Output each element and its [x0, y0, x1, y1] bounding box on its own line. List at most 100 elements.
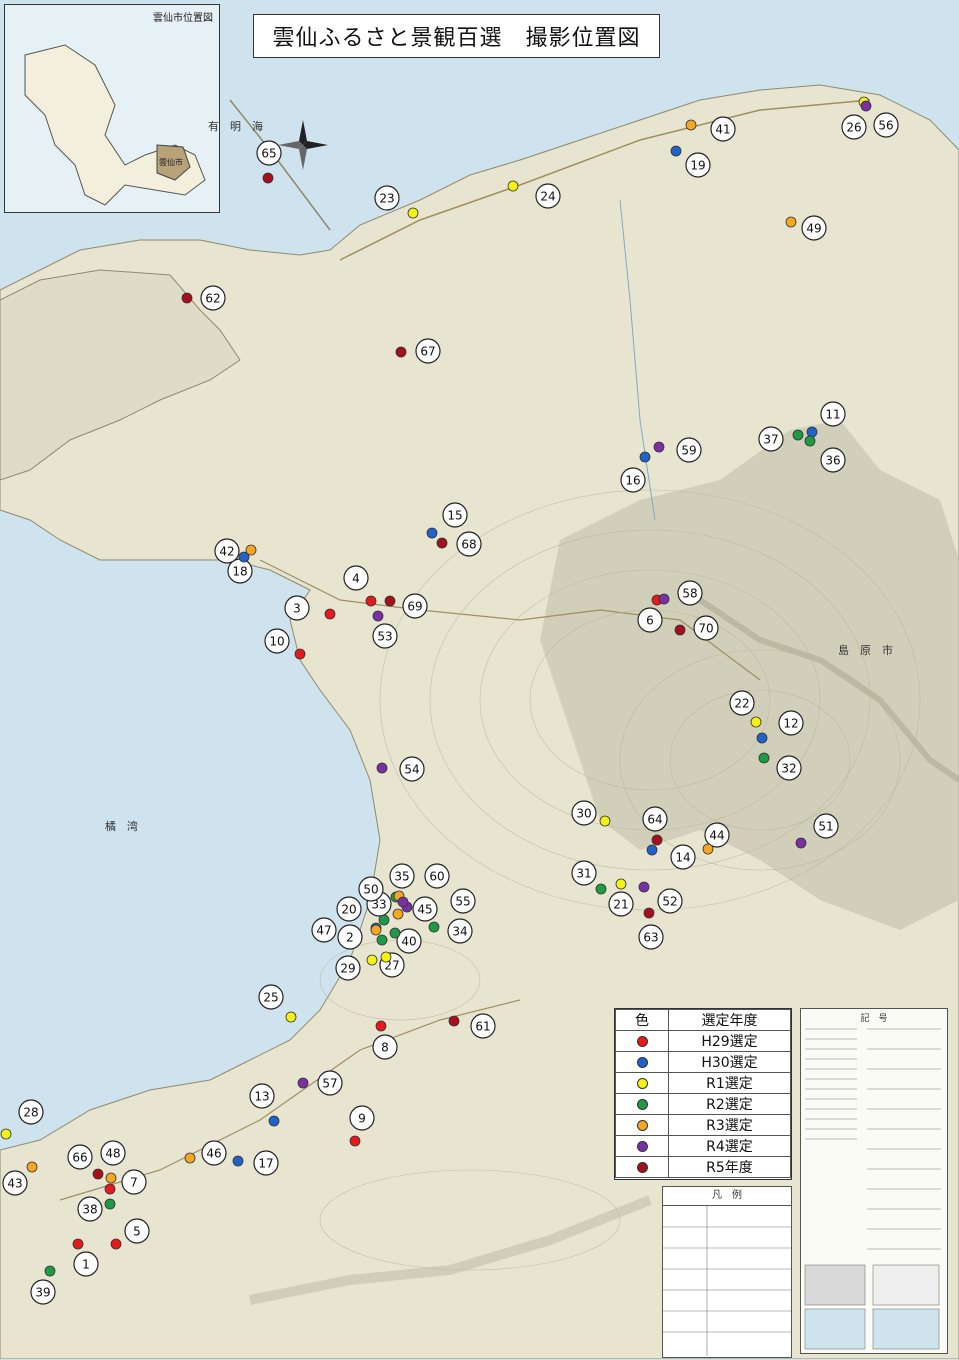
marker-number: 7 — [130, 1176, 138, 1190]
marker-number: 43 — [7, 1177, 22, 1191]
marker-number: 6 — [646, 614, 654, 628]
marker-number: 32 — [781, 762, 796, 776]
marker-dot — [643, 907, 655, 919]
marker-number: 68 — [461, 538, 476, 552]
marker-number: 50 — [363, 883, 378, 897]
marker-number: 67 — [420, 345, 435, 359]
legend-color-dot — [636, 1077, 648, 1089]
marker-number: 38 — [82, 1203, 97, 1217]
marker-dot — [181, 292, 193, 304]
marker-number: 61 — [475, 1020, 490, 1034]
marker-number: 46 — [206, 1147, 221, 1161]
marker-dot — [615, 878, 627, 890]
map-title: 雲仙ふるさと景観百選 撮影位置図 — [253, 14, 660, 58]
marker-dot — [507, 180, 519, 192]
marker-number: 62 — [205, 292, 220, 306]
marker-dot — [392, 908, 404, 920]
marker-dot — [750, 716, 762, 728]
marker-number: 9 — [358, 1112, 366, 1126]
marker-dot — [110, 1238, 122, 1250]
marker-dot — [595, 883, 607, 895]
marker-number: 42 — [219, 545, 234, 559]
marker-number: 26 — [846, 121, 861, 135]
legend-label: R4選定 — [668, 1135, 791, 1157]
marker-dot — [349, 1135, 361, 1147]
marker-number: 48 — [105, 1147, 120, 1161]
compass-rose — [278, 120, 328, 170]
legend-label: R3選定 — [668, 1114, 791, 1136]
legend-label: R5年度 — [668, 1156, 791, 1178]
marker-dot — [232, 1155, 244, 1167]
legend-row: H29選定 — [615, 1030, 791, 1052]
marker-number: 19 — [690, 159, 705, 173]
marker-dot — [184, 1152, 196, 1164]
marker-number: 54 — [404, 763, 419, 777]
location-inset-map: 雲仙市 雲仙市位置図 — [4, 4, 220, 213]
marker-number: 57 — [322, 1077, 337, 1091]
marker-number: 24 — [540, 190, 555, 204]
marker-dot — [806, 426, 818, 438]
marker-number: 63 — [643, 931, 658, 945]
tachibana-bay-label: 橘 湾 — [105, 820, 138, 833]
legend-color-dot — [636, 1035, 648, 1047]
marker-dot — [297, 1077, 309, 1089]
legend-color-dot — [636, 1056, 648, 1068]
marker-dot — [376, 762, 388, 774]
marker-dot — [389, 927, 401, 939]
marker-dot — [395, 346, 407, 358]
marker-dot — [104, 1198, 116, 1210]
marker-number: 40 — [401, 935, 416, 949]
marker-number: 53 — [377, 630, 392, 644]
marker-number: 70 — [698, 622, 713, 636]
marker-number: 18 — [232, 565, 247, 579]
marker-dot — [674, 624, 686, 636]
marker-number: 44 — [709, 829, 724, 843]
marker-number: 69 — [407, 600, 422, 614]
legend-label: R1選定 — [668, 1072, 791, 1094]
marker-number: 41 — [715, 123, 730, 137]
marker-number: 49 — [806, 222, 821, 236]
marker-dot — [378, 914, 390, 926]
legend-row: R3選定 — [615, 1114, 791, 1136]
marker-dot — [436, 537, 448, 549]
marker-dot — [376, 934, 388, 946]
marker-dot — [105, 1172, 117, 1184]
marker-number: 1 — [82, 1258, 90, 1272]
marker-number: 59 — [681, 444, 696, 458]
marker-number: 65 — [261, 147, 276, 161]
marker-dot — [639, 451, 651, 463]
marker-dot — [26, 1161, 38, 1173]
legend-row: H30選定 — [615, 1051, 791, 1073]
marker-number: 31 — [576, 867, 591, 881]
marker-dot — [651, 834, 663, 846]
marker-number: 17 — [258, 1157, 273, 1171]
marker-dot — [785, 216, 797, 228]
marker-number: 58 — [682, 587, 697, 601]
marker-number: 64 — [647, 813, 662, 827]
marker-number: 55 — [455, 895, 470, 909]
ariake-sea-label: 有 明 海 — [208, 120, 263, 133]
legend-label: H30選定 — [668, 1051, 791, 1073]
marker-number: 22 — [734, 697, 749, 711]
marker-dot — [428, 921, 440, 933]
marker-number: 23 — [379, 192, 394, 206]
legend-row: R2選定 — [615, 1093, 791, 1115]
notes-box: 凡 例 — [662, 1186, 792, 1358]
marker-dot — [702, 843, 714, 855]
legend-label: H29選定 — [668, 1030, 791, 1052]
marker-number: 36 — [825, 454, 840, 468]
marker-number: 45 — [417, 903, 432, 917]
marker-dot — [426, 527, 438, 539]
marker-dot — [104, 1183, 116, 1195]
legend-color-dot — [636, 1098, 648, 1110]
marker-number: 20 — [341, 903, 356, 917]
marker-27[interactable]: 27 — [379, 951, 405, 978]
legend: 色 選定年度 H29選定 H30選定 R1選定 R2選定 R3選定 R4選定 R5年度 — [614, 1008, 792, 1180]
marker-dot — [685, 119, 697, 131]
marker-dot — [756, 732, 768, 744]
marker-dot — [397, 896, 409, 908]
marker-dot — [407, 207, 419, 219]
marker-number: 35 — [394, 870, 409, 884]
inset-title: 雲仙市位置図 — [153, 13, 213, 24]
marker-number: 28 — [23, 1106, 38, 1120]
